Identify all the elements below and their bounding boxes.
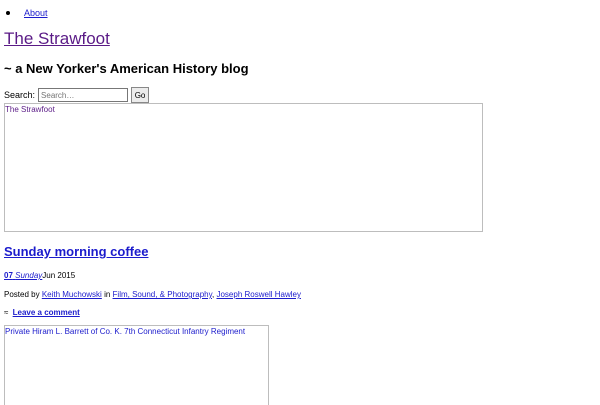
site-title: The Strawfoot	[4, 29, 110, 49]
comment-icon: ≈	[4, 308, 9, 317]
author-link[interactable]: Keith Muchowski	[42, 290, 102, 299]
search-go-button[interactable]: Go	[131, 87, 150, 103]
leave-comment-link[interactable]: Leave a comment	[13, 308, 80, 317]
header-image[interactable]: The Strawfoot	[4, 103, 483, 232]
header-image-alt-text: The Strawfoot	[5, 105, 55, 114]
site-tagline: ~ a New Yorker's American History blog	[4, 61, 249, 76]
search-input[interactable]	[38, 88, 129, 102]
post-date: 07 SundayJun 2015	[4, 270, 75, 281]
post-image[interactable]: Private Hiram L. Barrett of Co. K. 7th C…	[4, 325, 269, 405]
post-date-link[interactable]: 07 Sunday	[4, 271, 42, 280]
nav-menu: About	[24, 7, 48, 19]
posted-by-label: Posted by	[4, 290, 40, 299]
search-form: Search: Go	[4, 87, 150, 103]
post-title: Sunday morning coffee	[4, 244, 148, 260]
in-label: in	[104, 290, 111, 299]
category-link-film[interactable]: Film, Sound, & Photography	[113, 290, 212, 299]
post-date-day: 07	[4, 271, 13, 280]
comments-section: ≈ Leave a comment	[4, 307, 80, 318]
post-title-link[interactable]: Sunday morning coffee	[4, 244, 148, 259]
nav-bullet	[6, 11, 10, 15]
post-date-month-year: Jun 2015	[42, 271, 76, 280]
post-meta: Posted by Keith Muchowski in Film, Sound…	[4, 289, 301, 300]
post-date-weekday: Sunday	[15, 271, 43, 280]
category-link-hawley[interactable]: Joseph Roswell Hawley	[216, 290, 300, 299]
nav-item-about[interactable]: About	[24, 8, 48, 18]
category-separator: ,	[212, 290, 215, 299]
search-label: Search:	[4, 90, 36, 100]
post-image-alt-text: Private Hiram L. Barrett of Co. K. 7th C…	[5, 327, 246, 336]
site-title-link[interactable]: The Strawfoot	[4, 29, 110, 48]
